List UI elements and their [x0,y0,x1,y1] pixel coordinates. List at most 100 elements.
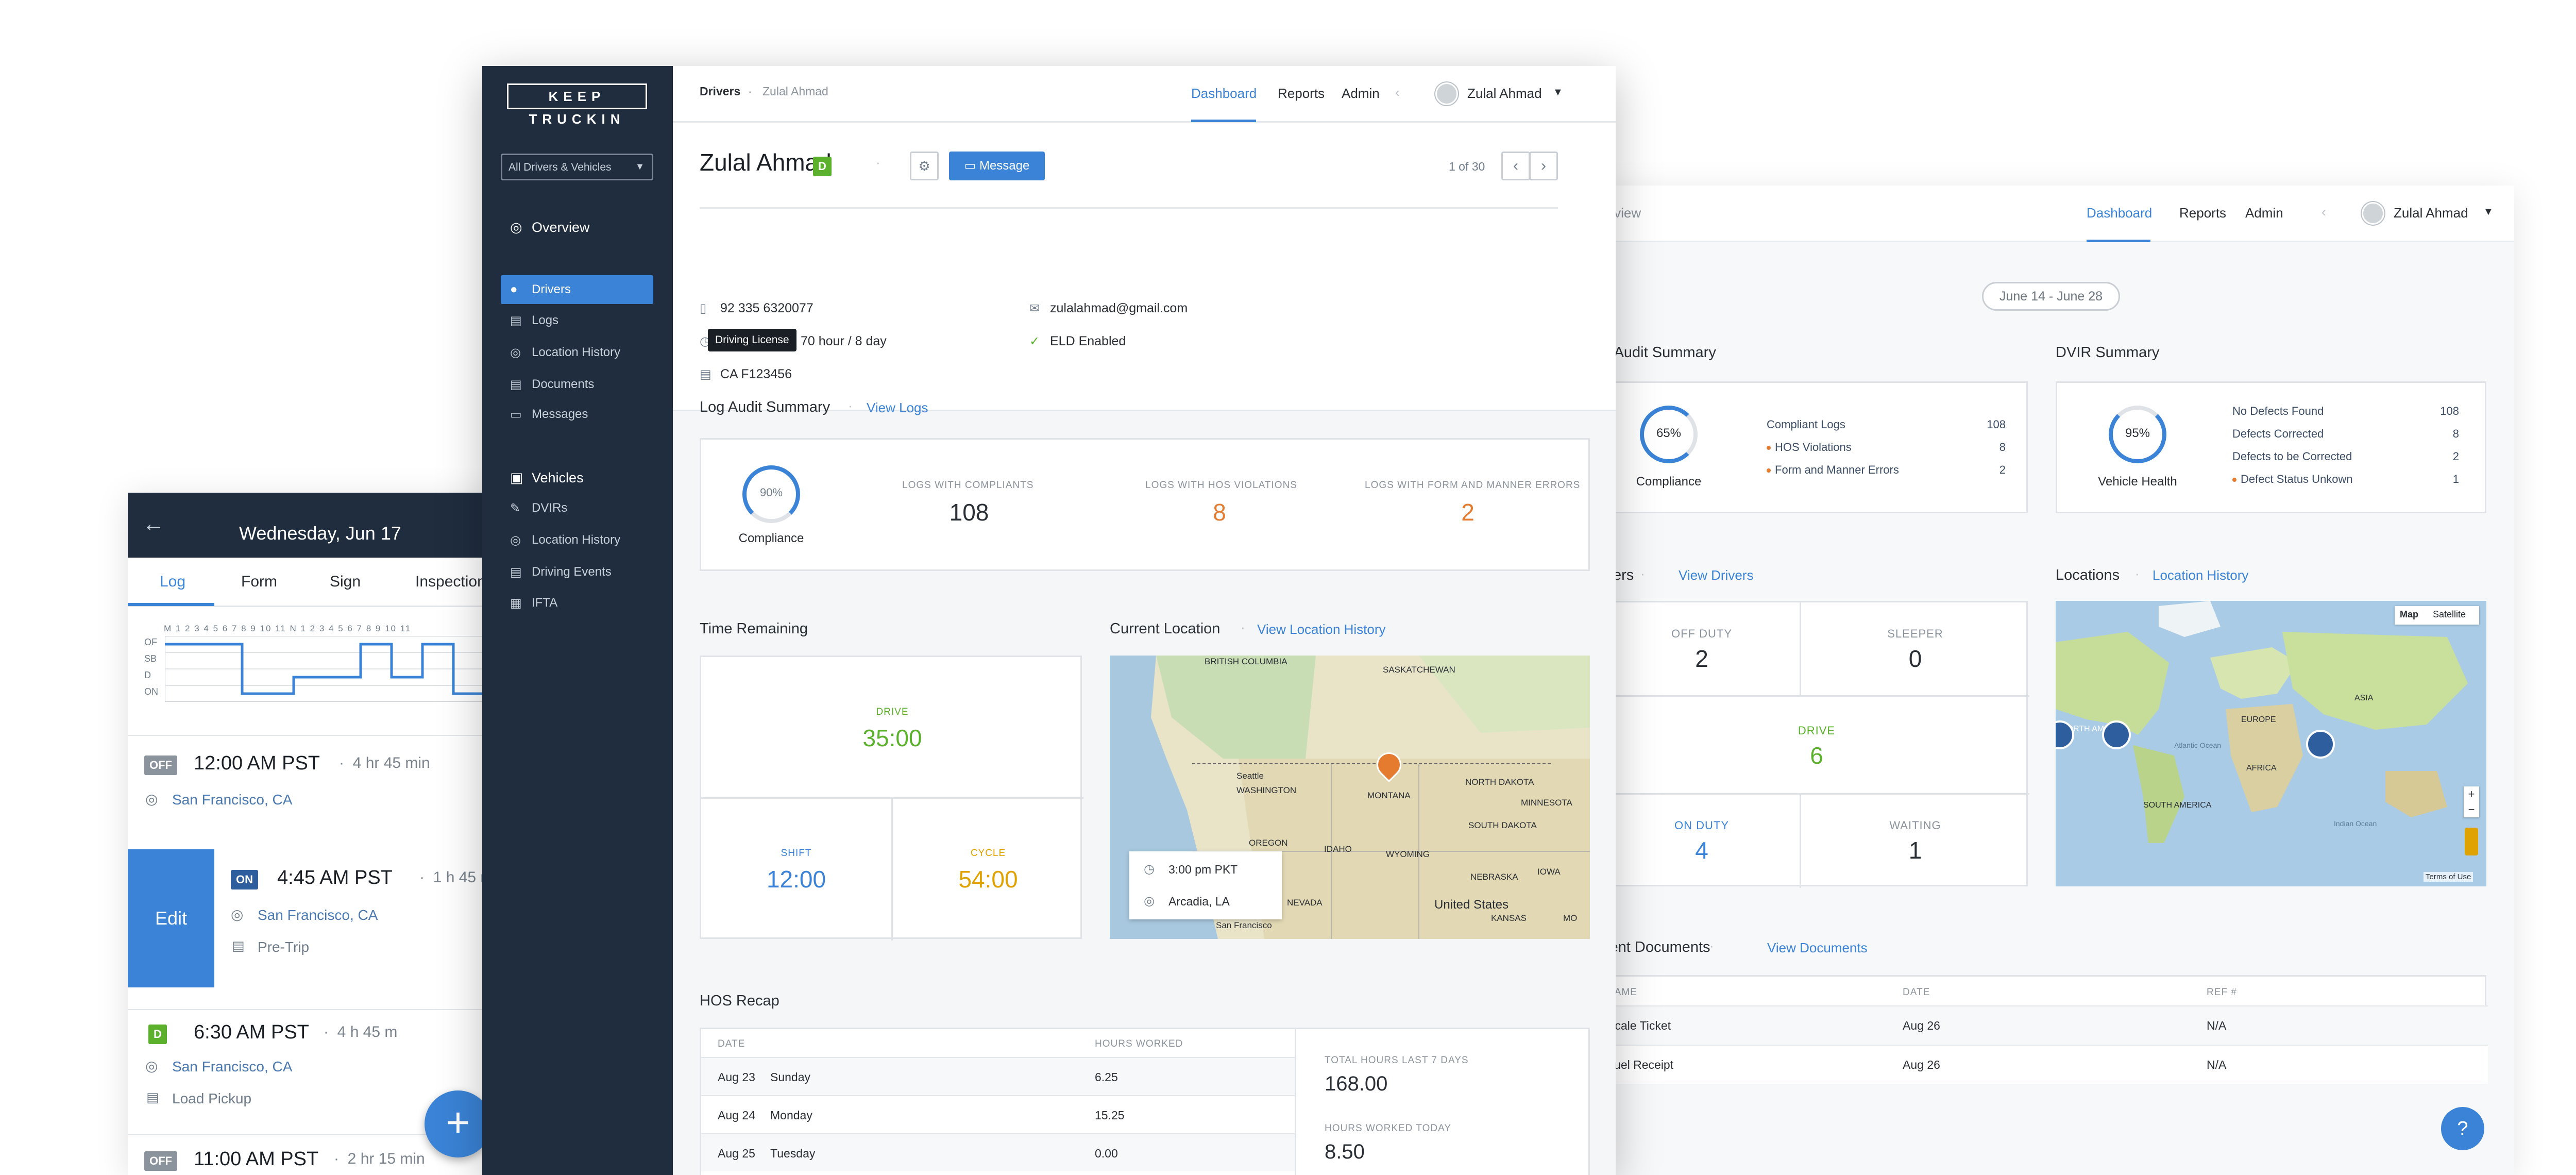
sidebar-item-dvirs[interactable]: ✎ DVIRs [501,494,653,523]
recap-day: Monday [770,1109,812,1122]
map-button[interactable]: Map [2400,609,2418,620]
log-entry-selected[interactable]: Edit ON 4:45 AM PST · 1 h 45 m ◎ San Fra… [128,849,540,987]
drive-time: 35:00 [862,725,922,751]
log-date: Wednesday, Jun 17 [239,523,401,544]
sidebar-item-vehicles[interactable]: ▣ Vehicles [501,463,653,492]
logo[interactable]: KEEP TRUCKIN [507,83,647,127]
tab-dashboard[interactable]: Dashboard [1191,86,1257,102]
hos-violations-label: LOGS WITH HOS VIOLATIONS [1145,480,1297,491]
total-hours-label: TOTAL HOURS LAST 7 DAYS [1325,1055,1469,1066]
view-location-history-link[interactable]: View Location History [1257,622,1386,637]
logo-text: KEEP TRUCKIN [529,89,625,127]
location-pin-icon: ◎ [145,1058,158,1074]
tab-form[interactable]: Form [241,573,277,591]
tab-admin[interactable]: Admin [1342,86,1380,102]
street-view-icon[interactable] [2465,828,2478,855]
settings-gear-icon[interactable]: ⚙ [910,152,939,180]
divider [128,1009,540,1010]
message-button[interactable]: ▭ Message [949,152,1045,180]
driver-location-marker[interactable] [2102,720,2131,749]
sidebar-item-vehicle-location-history[interactable]: ◎ Location History [501,526,653,555]
sidebar-item-driving-events[interactable]: ▤ Driving Events [501,558,653,586]
log-audit-panel: 90% Compliance LOGS WITH COMPLIANTS 108 … [700,438,1590,571]
vehicle-filter-select[interactable]: All Drivers & Vehicles ▼ [501,154,653,180]
tab-reports[interactable]: Reports [2179,205,2226,221]
entry-time: 6:30 AM PST [194,1021,309,1043]
user-menu[interactable]: Zulal Ahmad [2394,205,2468,221]
tab-sign[interactable]: Sign [330,573,361,591]
view-logs-link[interactable]: View Logs [867,400,928,416]
tab-log[interactable]: Log [160,573,185,591]
sidebar-item-drivers[interactable]: ● Drivers [501,275,653,304]
map-label: MO [1563,913,1578,923]
cycle-time: 54:00 [958,866,1018,893]
map-type-control: Map Satellite [2395,606,2479,625]
tab-dashboard[interactable]: Dashboard [2087,205,2152,221]
satellite-button[interactable]: Satellite [2433,609,2466,620]
hos-graph: M 1 2 3 4 5 6 7 8 9 10 11 N 1 2 3 4 5 6 … [144,624,526,703]
location-history-link[interactable]: Location History [2153,567,2248,583]
sidebar-item-overview[interactable]: ◎ Overview [501,212,653,241]
sidebar-item-messages[interactable]: ▭ Messages [501,400,653,429]
help-button[interactable]: ? [2441,1107,2484,1150]
entry-note: Load Pickup [172,1090,252,1106]
events-icon: ▤ [510,565,522,579]
location-map[interactable]: BRITISH COLUMBIA SASKATCHEWAN WASHINGTON… [1110,656,1590,939]
shift-time: 12:00 [766,866,826,893]
table-row[interactable]: Aug 25 Tuesday 0.00 [701,1133,1295,1171]
table-row[interactable]: Aug 24 Monday 15.25 [701,1095,1295,1133]
map-label: MINNESOTA [1521,798,1572,808]
sidebar-item-documents[interactable]: ▤ Documents [501,370,653,399]
map-label: SOUTH DAKOTA [1468,820,1537,830]
table-row[interactable]: Aug 23 Sunday 6.25 [701,1057,1295,1095]
sidebar-item-logs[interactable]: ▤ Logs [501,306,653,335]
add-entry-button[interactable]: + [425,1090,492,1157]
drive-label: DRIVE [876,707,909,717]
chevron-down-icon[interactable]: ▼ [1553,87,1563,98]
prev-driver-button[interactable]: ‹ [1501,152,1530,180]
terms-link[interactable]: Terms of Use [2424,872,2473,882]
view-documents-link[interactable]: View Documents [1767,940,1868,956]
table-row[interactable]: Fuel Receipt Aug 26 N/A [1604,1045,2488,1084]
compliance-percent: 90% [759,486,783,499]
location-pin-icon: ◎ [510,533,521,547]
dashboard-icon: ◎ [510,220,522,235]
form-errors-count: 2 [1461,499,1475,526]
world-map[interactable]: Map Satellite NORTH AMERICA Atlantic Oce… [2056,601,2486,886]
map-label: MONTANA [1367,791,1411,800]
sidebar-item-ifta[interactable]: ▦ IFTA [501,589,653,617]
map-label: WYOMING [1386,849,1430,859]
tab-admin[interactable]: Admin [2245,205,2283,221]
dvir-card: 95% Vehicle Health No Defects Found 108 … [2056,381,2486,513]
recap-date: Aug 24 [718,1109,755,1122]
list-item-value: 8 [1999,441,2006,454]
driver-location-marker[interactable] [2306,730,2335,759]
breadcrumb-drivers[interactable]: Drivers [700,85,740,98]
next-driver-button[interactable]: › [1529,152,1558,180]
compliance-percent: 65% [1656,426,1682,440]
back-arrow-icon[interactable]: ← [142,511,165,537]
edit-button[interactable]: Edit [128,849,214,987]
logs-icon: ▤ [510,314,522,328]
chevron-down-icon[interactable]: ▼ [2483,206,2494,218]
recap-day: Tuesday [770,1147,816,1160]
hos-recap-title: HOS Recap [700,993,779,1009]
breadcrumb-separator: · [748,85,752,98]
table-row[interactable]: Scale Ticket Aug 26 N/A [1604,1005,2488,1045]
recap-date: Aug 23 [718,1070,755,1084]
sidebar-item-location-history[interactable]: ◎ Location History [501,338,653,367]
tab-reports[interactable]: Reports [1278,86,1325,102]
sleeper-label: SLEEPER [1887,627,1943,640]
zoom-control[interactable]: + − [2464,786,2479,817]
tab-inspection[interactable]: Inspection [415,573,486,591]
doc-date: Aug 26 [1903,1058,1940,1071]
date-range-picker[interactable]: June 14 - June 28 [1982,282,2120,311]
view-drivers-link[interactable]: View Drivers [1679,567,1753,583]
avatar[interactable] [2362,202,2384,225]
locations-title: Locations [2056,567,2120,583]
avatar[interactable] [1435,82,1458,105]
status-badge: D [813,157,832,176]
user-menu[interactable]: Zulal Ahmad [1467,86,1542,102]
location-pin-icon: ◎ [1144,894,1155,908]
log-entry[interactable]: OFF 12:00 AM PST · 4 hr 45 min ◎ San Fra… [128,739,540,827]
